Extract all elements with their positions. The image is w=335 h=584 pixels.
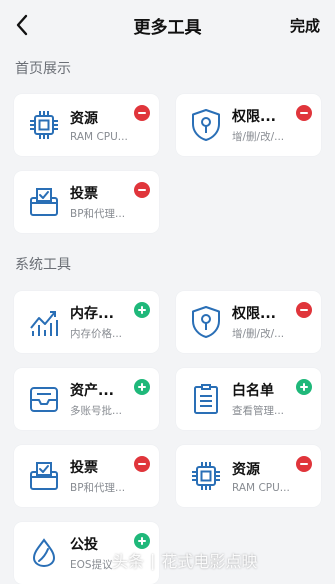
tool-description: 增/删/改/...: [232, 131, 285, 143]
tool-card[interactable]: 投票 BP和代理...: [14, 445, 159, 507]
tool-card[interactable]: 资源 RAM CPU...: [176, 445, 321, 507]
minus-icon: [300, 463, 308, 465]
chip-icon: [26, 107, 62, 143]
tool-card[interactable]: 内存... 内存价格...: [14, 291, 159, 353]
watermark: 头条 | 花式电影点映: [112, 545, 328, 575]
tool-description: BP和代理...: [70, 208, 126, 220]
add-tool-button[interactable]: [134, 379, 150, 395]
remove-tool-button[interactable]: [134, 105, 150, 121]
tool-description: RAM CPU...: [70, 130, 128, 143]
shield-key-icon: [188, 304, 224, 340]
remove-tool-button[interactable]: [296, 105, 312, 121]
tool-card[interactable]: 白名单 查看管理...: [176, 368, 321, 430]
add-tool-button[interactable]: [296, 379, 312, 395]
section-label-system: 系统工具: [15, 257, 71, 273]
leaf-drop-icon: [26, 535, 62, 571]
watermark-left: 头条: [112, 552, 145, 571]
line-chart-icon: [26, 304, 62, 340]
done-button[interactable]: 完成: [290, 15, 320, 36]
remove-tool-button[interactable]: [134, 182, 150, 198]
ballot-box-icon: [26, 458, 62, 494]
tool-card[interactable]: 权限... 增/删/改/...: [176, 291, 321, 353]
minus-icon: [300, 112, 308, 114]
minus-icon: [138, 112, 146, 114]
chip-icon: [188, 458, 224, 494]
remove-tool-button[interactable]: [296, 456, 312, 472]
plus-icon-stroke: [303, 383, 305, 391]
minus-icon: [138, 189, 146, 191]
section-label-home: 首页展示: [15, 61, 71, 77]
tool-card[interactable]: 资产... 多账号批...: [14, 368, 159, 430]
tool-description: 内存价格...: [70, 328, 123, 340]
remove-tool-button[interactable]: [134, 456, 150, 472]
back-button[interactable]: [10, 12, 34, 38]
tool-description: BP和代理...: [70, 482, 126, 494]
list-board-icon: [188, 381, 224, 417]
watermark-right: 花式电影点映: [161, 552, 258, 571]
plus-icon-stroke: [141, 537, 143, 545]
plus-icon-stroke: [141, 383, 143, 391]
add-tool-button[interactable]: [134, 302, 150, 318]
tool-card[interactable]: 投票 BP和代理...: [14, 171, 159, 233]
minus-icon: [300, 309, 308, 311]
remove-tool-button[interactable]: [296, 302, 312, 318]
shield-key-icon: [188, 107, 224, 143]
top-bar: 更多工具 完成: [0, 0, 335, 50]
tool-description: 查看管理...: [232, 405, 285, 417]
inbox-icon: [26, 381, 62, 417]
plus-icon-stroke: [141, 306, 143, 314]
tool-description: RAM CPU...: [232, 481, 290, 494]
page-title: 更多工具: [133, 17, 202, 38]
tool-description: 多账号批...: [70, 405, 123, 417]
minus-icon: [138, 463, 146, 465]
ballot-box-icon: [26, 184, 62, 220]
tool-card[interactable]: 权限... 增/删/改/...: [176, 94, 321, 156]
tool-card[interactable]: 资源 RAM CPU...: [14, 94, 159, 156]
chevron-left-icon: [16, 14, 28, 36]
tool-description: 增/删/改/...: [232, 328, 285, 340]
watermark-separator: |: [150, 550, 156, 570]
